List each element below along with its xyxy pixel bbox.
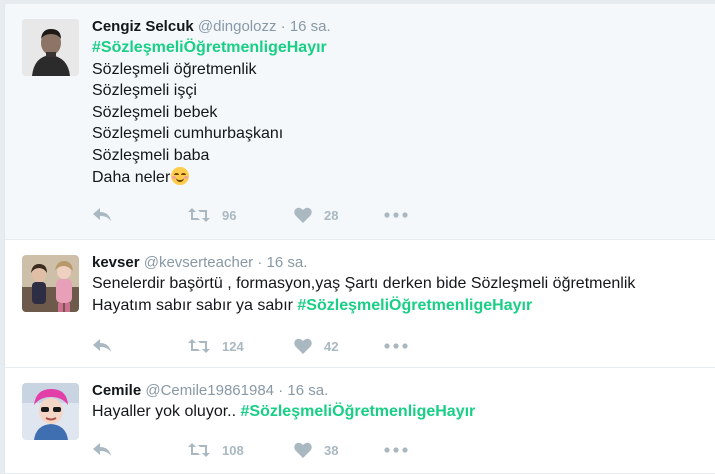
- tweet-text: Senelerdir başörtü , formasyon,yaş Şartı…: [92, 273, 705, 316]
- retweet-button[interactable]: 108: [188, 442, 294, 458]
- separator-dot: ·: [278, 382, 284, 399]
- more-button[interactable]: [384, 212, 414, 218]
- more-button[interactable]: [384, 343, 414, 349]
- retweet-button[interactable]: 96: [188, 207, 294, 223]
- tweet-header: kevser @kevserteacher · 16 sa.: [92, 253, 705, 273]
- tweet-line: Hayaller yok oluyor..: [92, 403, 241, 420]
- tweet-line: Hayatım sabır sabır ya sabır: [92, 296, 298, 314]
- retweet-count: 124: [222, 338, 244, 354]
- reply-button[interactable]: [92, 442, 188, 458]
- like-button[interactable]: 28: [294, 207, 384, 223]
- author-handle[interactable]: @Cemile19861984: [145, 382, 274, 399]
- tweet[interactable]: Cemile @Cemile19861984 · 16 sa. Hayaller…: [5, 368, 715, 474]
- retweet-count: 96: [222, 207, 237, 223]
- separator-dot: ·: [280, 18, 286, 35]
- tweet[interactable]: kevser @kevserteacher · 16 sa. Senelerdi…: [5, 240, 715, 368]
- more-icon: [384, 212, 408, 218]
- more-icon: [384, 343, 408, 349]
- heart-icon: [294, 207, 312, 223]
- hashtag-link[interactable]: #SözleşmeliÖğretmenligeHayır: [241, 403, 476, 420]
- more-button[interactable]: [384, 447, 414, 453]
- timestamp[interactable]: 16 sa.: [287, 382, 328, 399]
- tweet-line: Sözleşmeli baba: [92, 146, 210, 164]
- timestamp[interactable]: 16 sa.: [267, 254, 308, 271]
- tweet-content: Cengiz Selcuk @dingolozz · 16 sa. #Sözle…: [92, 17, 705, 188]
- smiling-face-with-blush-icon: [171, 166, 190, 185]
- reply-button[interactable]: [92, 207, 188, 223]
- reply-icon: [93, 339, 111, 352]
- tweet-line: Senelerdir başörtü , formasyon,yaş Şartı…: [92, 275, 636, 292]
- heart-icon: [294, 338, 312, 354]
- avatar[interactable]: [22, 255, 79, 312]
- author-name[interactable]: Cemile: [92, 382, 141, 399]
- author-handle[interactable]: @dingolozz: [198, 18, 277, 35]
- hashtag-link[interactable]: #SözleşmeliÖğretmenligeHayır: [297, 297, 532, 314]
- tweet-line: Sözleşmeli öğretmenlik: [92, 60, 257, 78]
- separator-dot: ·: [257, 254, 263, 271]
- timeline: Cengiz Selcuk @dingolozz · 16 sa. #Sözle…: [4, 4, 715, 474]
- like-count: 42: [324, 338, 339, 354]
- reply-icon: [93, 443, 111, 456]
- author-name[interactable]: Cengiz Selcuk: [92, 18, 194, 35]
- like-count: 28: [324, 207, 339, 223]
- like-button[interactable]: 38: [294, 442, 384, 458]
- tweet-text: #SözleşmeliÖğretmenligeHayır Sözleşmeli …: [92, 37, 705, 188]
- tweet-text: Hayaller yok oluyor.. #SözleşmeliÖğretme…: [92, 401, 705, 423]
- reply-icon: [93, 208, 111, 221]
- retweet-button[interactable]: 124: [188, 338, 294, 354]
- like-count: 38: [324, 442, 339, 458]
- tweet-actions: 96 28: [92, 205, 414, 225]
- tweet-line: Daha neler: [92, 168, 171, 186]
- tweet-header: Cengiz Selcuk @dingolozz · 16 sa.: [92, 17, 705, 37]
- tweet-content: kevser @kevserteacher · 16 sa. Senelerdi…: [92, 253, 705, 316]
- avatar[interactable]: [22, 383, 79, 440]
- hashtag-link[interactable]: #SözleşmeliÖğretmenligeHayır: [92, 39, 327, 56]
- retweet-icon: [188, 208, 210, 222]
- author-handle[interactable]: @kevserteacher: [144, 254, 253, 271]
- heart-icon: [294, 442, 312, 458]
- tweet-content: Cemile @Cemile19861984 · 16 sa. Hayaller…: [92, 381, 705, 423]
- like-button[interactable]: 42: [294, 338, 384, 354]
- tweet-actions: 124 42: [92, 336, 414, 356]
- tweet-line: Sözleşmeli bebek: [92, 103, 218, 121]
- timestamp[interactable]: 16 sa.: [290, 18, 331, 35]
- tweet[interactable]: Cengiz Selcuk @dingolozz · 16 sa. #Sözle…: [5, 4, 715, 240]
- author-name[interactable]: kevser: [92, 254, 140, 271]
- more-icon: [384, 447, 408, 453]
- retweet-icon: [188, 443, 210, 457]
- reply-button[interactable]: [92, 338, 188, 354]
- avatar[interactable]: [22, 19, 79, 76]
- retweet-icon: [188, 339, 210, 353]
- tweet-line: Sözleşmeli cumhurbaşkanı: [92, 125, 284, 143]
- tweet-line: Sözleşmeli işçi: [92, 82, 197, 100]
- tweet-header: Cemile @Cemile19861984 · 16 sa.: [92, 381, 705, 401]
- tweet-actions: 108 38: [92, 440, 414, 460]
- retweet-count: 108: [222, 442, 244, 458]
